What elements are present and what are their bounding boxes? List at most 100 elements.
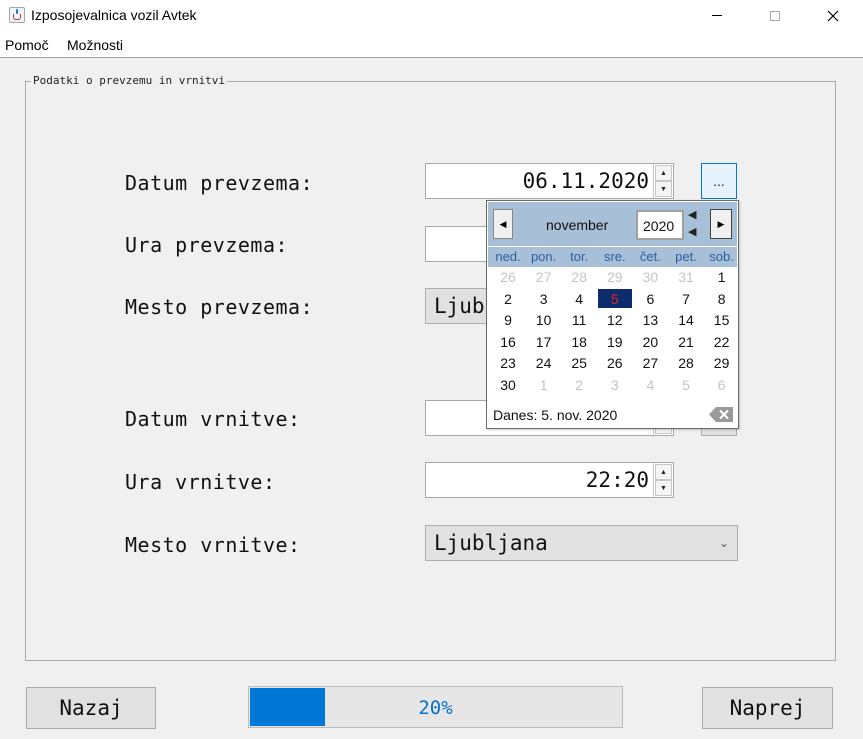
- menu-help[interactable]: Pomoč: [5, 37, 49, 53]
- calendar-header: ◀ november 2020 ◀ ◀ ▶: [488, 202, 737, 246]
- calendar-day[interactable]: 11: [561, 310, 597, 330]
- calendar-day[interactable]: 18: [561, 332, 597, 352]
- calendar-day[interactable]: 17: [526, 332, 562, 352]
- calendar-day[interactable]: 21: [668, 332, 704, 352]
- return-time-increment[interactable]: ▲: [655, 464, 672, 480]
- minimize-icon: [712, 15, 722, 16]
- calendar-day[interactable]: 15: [704, 310, 740, 330]
- next-month-button[interactable]: ▶: [710, 209, 732, 239]
- calendar-day[interactable]: 31: [668, 267, 704, 287]
- year-decrement-button[interactable]: ◀: [688, 225, 696, 238]
- calendar-day[interactable]: 16: [490, 332, 526, 352]
- today-link[interactable]: Danes: 5. nov. 2020: [493, 407, 617, 423]
- weekday-label: čet.: [639, 249, 661, 264]
- pickup-date-picker-button[interactable]: ...: [701, 163, 737, 199]
- calendar-month[interactable]: november: [546, 217, 608, 233]
- minimize-button[interactable]: [694, 0, 740, 31]
- calendar-day[interactable]: 29: [597, 267, 633, 287]
- calendar-day[interactable]: 27: [526, 267, 562, 287]
- calendar-day[interactable]: 5: [668, 375, 704, 395]
- return-place-label: Mesto vrnitve:: [125, 533, 301, 557]
- progress-bar: 20%: [248, 686, 623, 728]
- calendar-day[interactable]: 6: [632, 289, 668, 309]
- calendar-day[interactable]: 22: [704, 332, 740, 352]
- arrow-down-icon: ▼: [660, 185, 667, 193]
- close-icon: [827, 10, 839, 21]
- pickup-date-value: 06.11.2020: [522, 169, 649, 193]
- weekday-label: pon.: [530, 249, 557, 264]
- calendar-day[interactable]: 4: [632, 375, 668, 395]
- pickup-place-value: Ljub: [434, 294, 485, 318]
- maximize-button[interactable]: [752, 0, 798, 31]
- calendar-day[interactable]: 9: [490, 310, 526, 330]
- java-cup-icon: [9, 7, 25, 23]
- weekday-label: tor.: [570, 249, 589, 264]
- calendar-day[interactable]: 13: [632, 310, 668, 330]
- calendar-day[interactable]: 10: [526, 310, 562, 330]
- weekday-label: sob.: [709, 249, 734, 264]
- calendar-day[interactable]: 23: [490, 353, 526, 373]
- pickup-place-label: Mesto prevzema:: [125, 295, 314, 319]
- calendar-day[interactable]: 2: [490, 289, 526, 309]
- previous-month-button[interactable]: ◀: [493, 209, 513, 239]
- calendar-day[interactable]: 20: [632, 332, 668, 352]
- calendar-day[interactable]: 7: [668, 289, 704, 309]
- calendar-day[interactable]: 26: [490, 267, 526, 287]
- weekday-label: pet.: [675, 249, 697, 264]
- calendar-day[interactable]: 3: [597, 375, 633, 395]
- calendar-day[interactable]: 1: [704, 267, 740, 287]
- calendar-day[interactable]: 30: [632, 267, 668, 287]
- arrow-down-icon: ▼: [660, 484, 667, 492]
- calendar-day[interactable]: 14: [668, 310, 704, 330]
- return-place-value: Ljubljana: [434, 531, 548, 555]
- calendar-day[interactable]: 6: [704, 375, 740, 395]
- menu-bar: Pomoč Možnosti: [0, 31, 863, 58]
- calendar-year: 2020: [643, 218, 675, 234]
- maximize-icon: [770, 10, 780, 21]
- backspace-clear-icon[interactable]: [709, 407, 733, 422]
- calendar-day[interactable]: 27: [632, 353, 668, 373]
- calendar-day[interactable]: 26: [597, 353, 633, 373]
- calendar-day[interactable]: 19: [597, 332, 633, 352]
- weekday-label: ned.: [495, 249, 521, 264]
- calendar-year-field[interactable]: 2020: [636, 210, 684, 240]
- arrow-right-icon: ▶: [717, 218, 725, 229]
- calendar-day[interactable]: 28: [668, 353, 704, 373]
- back-button[interactable]: Nazaj: [26, 687, 156, 729]
- return-date-label: Datum vrnitve:: [125, 407, 301, 431]
- calendar-day[interactable]: 25: [561, 353, 597, 373]
- return-time-decrement[interactable]: ▼: [655, 480, 672, 496]
- arrow-up-icon: ▲: [660, 169, 667, 177]
- progress-text: 20%: [418, 697, 453, 719]
- menu-options[interactable]: Možnosti: [67, 37, 123, 53]
- calendar-day[interactable]: 2: [561, 375, 597, 395]
- pickup-place-select[interactable]: Ljub: [425, 288, 495, 324]
- calendar-day[interactable]: 29: [704, 353, 740, 373]
- calendar-day[interactable]: 4: [561, 289, 597, 309]
- return-place-select[interactable]: Ljubljana ⌄: [425, 525, 738, 561]
- calendar-day[interactable]: 30: [490, 375, 526, 395]
- pickup-date-spinner: ▲ ▼: [653, 164, 673, 198]
- calendar-day-selected[interactable]: 5: [597, 288, 633, 309]
- pickup-date-increment[interactable]: ▲: [655, 165, 672, 181]
- calendar-day[interactable]: 28: [561, 267, 597, 287]
- pickup-date-field[interactable]: 06.11.2020 ▲ ▼: [425, 163, 674, 199]
- year-increment-button[interactable]: ◀: [688, 208, 696, 221]
- pickup-date-label: Datum prevzema:: [125, 171, 314, 195]
- calendar-day[interactable]: 1: [526, 375, 562, 395]
- calendar-day[interactable]: 3: [526, 289, 562, 309]
- calendar-day[interactable]: 8: [704, 289, 740, 309]
- window-title: Izposojevalnica vozil Avtek: [31, 7, 197, 23]
- arrow-left-icon: ◀: [499, 218, 507, 229]
- return-time-spinner: ▲ ▼: [653, 463, 673, 497]
- calendar-day-grid: 26 27 28 29 30 31 1 2 3 4 5 6 7 8 9 10 11 12 13 14 15 16 17 18 1…: [490, 267, 739, 397]
- pickup-time-field[interactable]: [425, 226, 495, 262]
- calendar-day[interactable]: 24: [526, 353, 562, 373]
- title-bar: Izposojevalnica vozil Avtek: [0, 0, 863, 31]
- calendar-day[interactable]: 12: [597, 310, 633, 330]
- weekday-header-row: ned. pon. tor. sre. čet. pet. sob.: [488, 247, 737, 267]
- next-button[interactable]: Naprej: [702, 687, 833, 729]
- pickup-date-decrement[interactable]: ▼: [655, 181, 672, 197]
- close-button[interactable]: [810, 0, 856, 31]
- return-time-field[interactable]: 22:20 ▲ ▼: [425, 462, 674, 498]
